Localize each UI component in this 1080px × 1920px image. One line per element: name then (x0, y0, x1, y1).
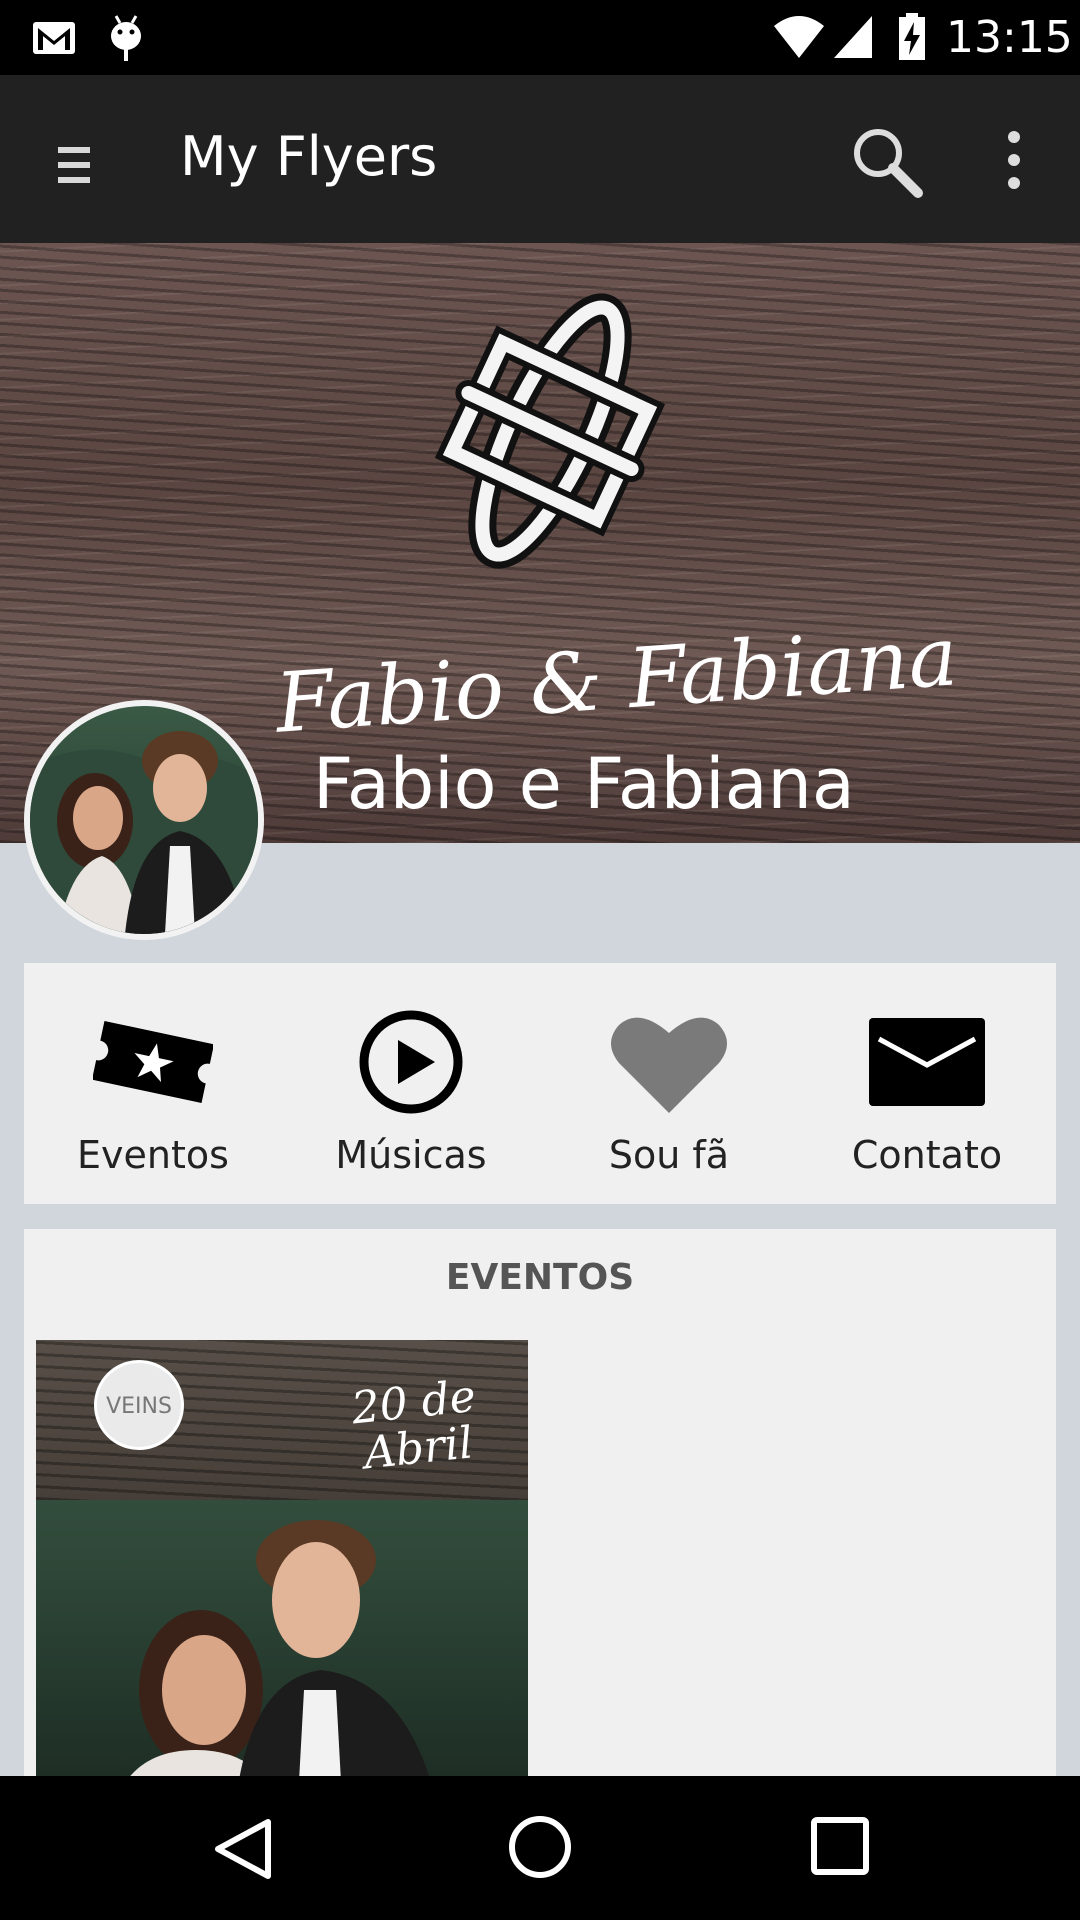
action-eventos[interactable]: Eventos (24, 963, 282, 1204)
event-logo-badge: VEINS (94, 1360, 184, 1450)
recents-icon[interactable] (808, 1814, 872, 1878)
action-sou-fa[interactable]: Sou fã (540, 963, 798, 1204)
event-date: 20 de Abril (349, 1371, 483, 1480)
android-debug-icon (111, 15, 141, 61)
svg-text:VEINS: VEINS (106, 1394, 172, 1419)
search-icon[interactable] (848, 123, 924, 199)
action-label-contato: Contato (851, 1133, 1003, 1177)
mail-icon (869, 1018, 985, 1106)
app-bar: My Flyers (0, 75, 1080, 243)
more-vert-icon[interactable] (990, 125, 1038, 195)
avatar[interactable] (24, 700, 264, 940)
badge-text-art: VEINS (106, 1394, 172, 1419)
signal-icon (834, 16, 872, 58)
status-bar: 13:15 (0, 0, 1080, 75)
action-contato[interactable]: Contato (798, 963, 1056, 1204)
profile-name: Fabio e Fabiana (313, 743, 855, 825)
event-flyer[interactable]: VEINS 20 de Abril (36, 1340, 528, 1780)
events-card: EVENTOS VEINS 20 de Abril (24, 1229, 1056, 1780)
monogram-logo (434, 293, 666, 569)
action-label-sou-fa: Sou fã (608, 1133, 730, 1177)
action-musicas[interactable]: Músicas (282, 963, 540, 1204)
action-label-eventos: Eventos (77, 1133, 229, 1177)
app-title: My Flyers (180, 125, 438, 188)
menu-icon[interactable] (44, 135, 104, 195)
cover-script-title: Fabio & Fabiana (272, 609, 961, 752)
wifi-icon (774, 16, 824, 58)
avatar-photo (30, 731, 258, 934)
battery-charging-icon (899, 13, 925, 60)
back-icon[interactable] (210, 1814, 276, 1884)
home-icon[interactable] (505, 1812, 575, 1882)
heart-icon (611, 1017, 727, 1113)
event-flyer-photo (127, 1520, 431, 1780)
gmail-icon (33, 22, 75, 54)
play-icon (359, 1010, 463, 1114)
status-time: 13:15 (946, 12, 1073, 63)
ticket-icon (93, 1021, 213, 1103)
action-label-musicas: Músicas (335, 1133, 487, 1177)
events-title: EVENTOS (445, 1257, 635, 1298)
navigation-bar (0, 1776, 1080, 1920)
actions-card: Eventos Músicas Sou fã Contato (24, 963, 1056, 1204)
